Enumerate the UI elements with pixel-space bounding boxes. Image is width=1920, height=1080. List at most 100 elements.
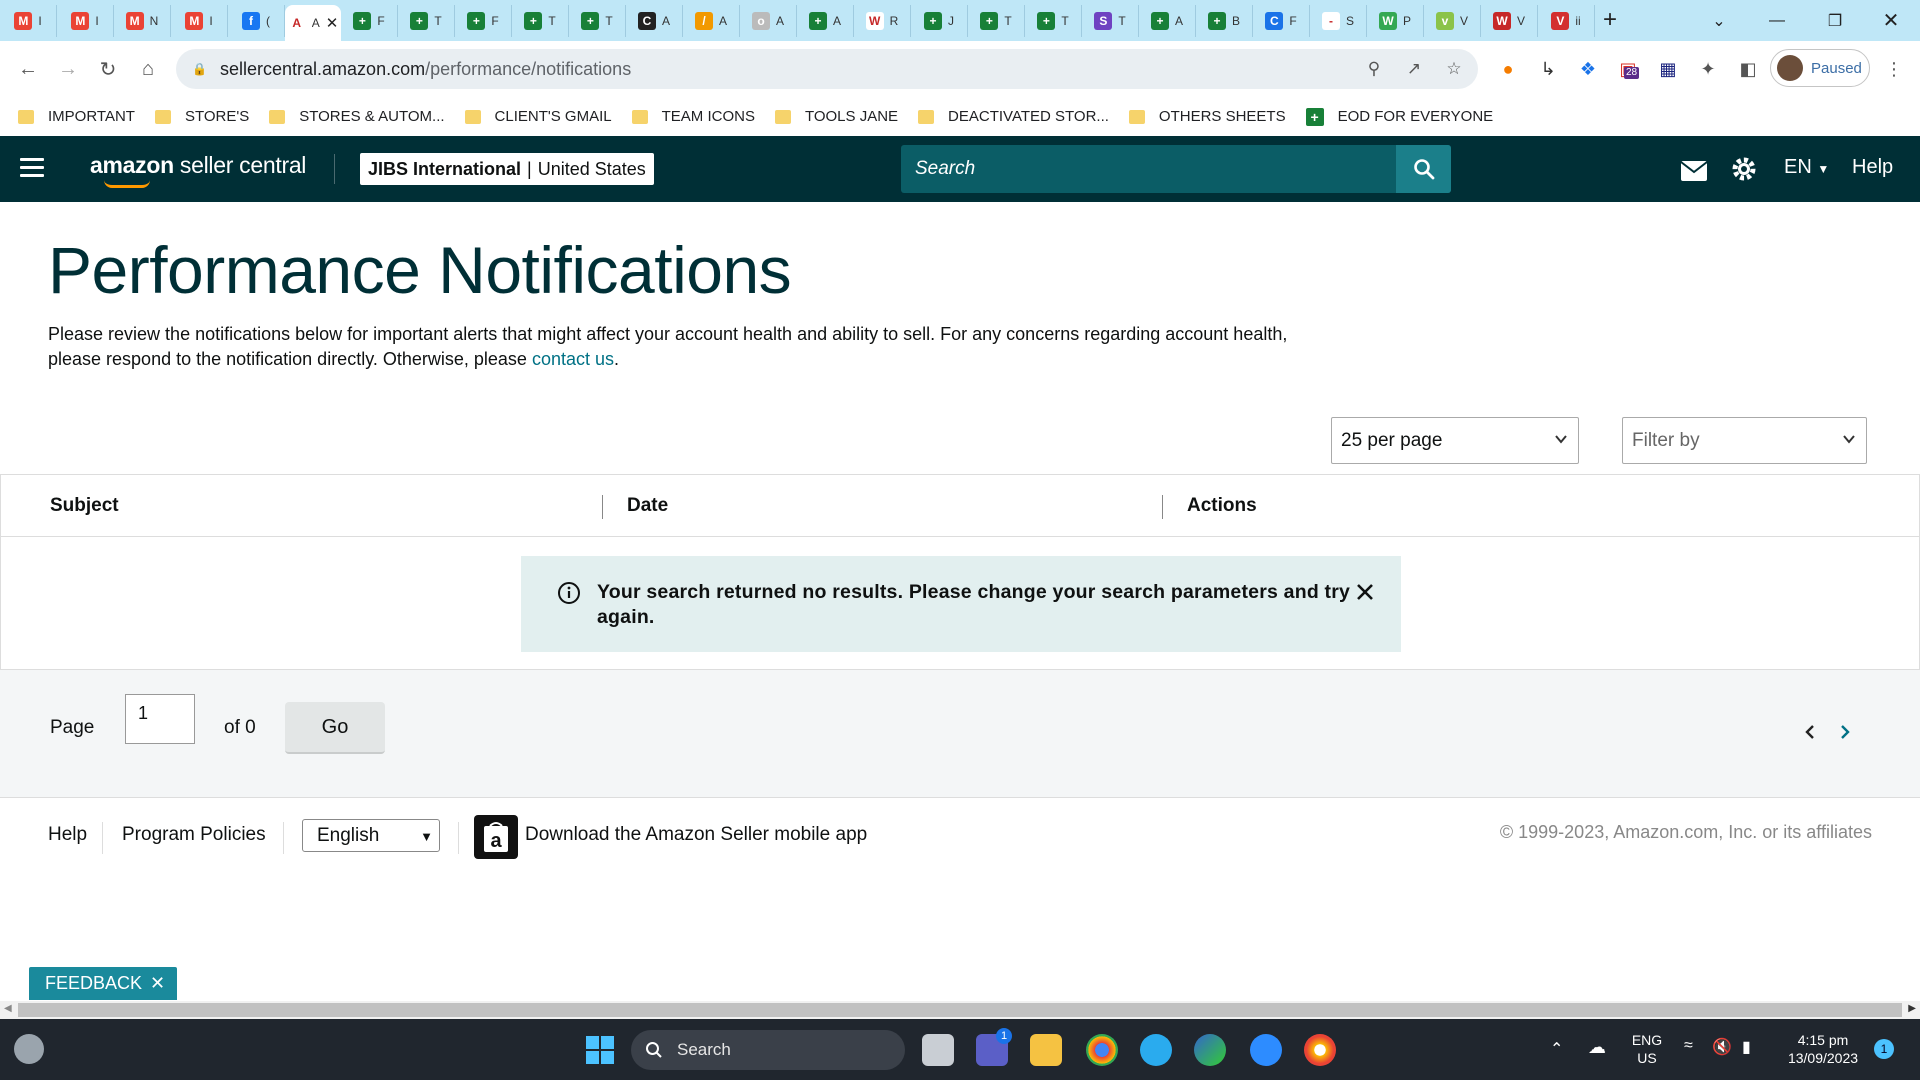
bookmark-item[interactable]: STORES & AUTOM... (269, 108, 445, 125)
minimize-icon[interactable]: — (1748, 0, 1806, 41)
per-page-select[interactable]: 25 per page (1331, 417, 1579, 464)
account-switcher[interactable]: JIBS International | United States (360, 153, 654, 185)
previous-page-icon[interactable] (1800, 722, 1820, 742)
hamburger-menu-icon[interactable] (20, 158, 44, 178)
reload-icon[interactable]: ↻ (88, 49, 128, 89)
footer-language-select[interactable]: English ▼ (302, 819, 440, 852)
footer-help-link[interactable]: Help (48, 824, 87, 846)
amazon-app-icon[interactable]: a (474, 815, 518, 859)
amazon-seller-central-logo[interactable]: amazon seller central (90, 152, 306, 188)
browser-tab[interactable]: + J (911, 4, 968, 37)
home-icon[interactable]: ⌂ (128, 49, 168, 89)
browser-tab[interactable]: MI (0, 4, 57, 37)
extension-calendar-icon[interactable]: ▣28 (1614, 55, 1642, 83)
settings-gear-icon[interactable] (1730, 156, 1758, 182)
browser-tab[interactable]: + F (455, 4, 512, 37)
address-bar[interactable]: 🔒 sellercentral.amazon.com/performance/n… (176, 49, 1478, 89)
clock[interactable]: 4:15 pm 13/09/2023 (1782, 1031, 1864, 1067)
bookmark-item[interactable]: STORE'S (154, 108, 249, 125)
tab-search-icon[interactable]: ⌄ (1690, 0, 1748, 41)
volume-muted-icon[interactable]: 🔇 (1712, 1037, 1732, 1057)
extension-chart-icon[interactable]: ▦ (1654, 55, 1682, 83)
back-icon[interactable]: ← (8, 49, 48, 89)
browser-tab[interactable]: + F (341, 4, 398, 37)
browser-tab[interactable]: WR (854, 4, 911, 37)
chrome-canary-icon[interactable] (1304, 1034, 1336, 1066)
weather-icon[interactable] (14, 1034, 44, 1064)
browser-tab[interactable]: + T (512, 4, 569, 37)
browser-tab[interactable]: + A (1139, 4, 1196, 37)
browser-tab[interactable]: -S (1310, 4, 1367, 37)
scroll-left-icon[interactable]: ◀ (4, 1003, 12, 1014)
browser-tab[interactable]: + T (569, 4, 626, 37)
browser-tab[interactable]: + T (398, 4, 455, 37)
browser-tab[interactable]: f( (228, 4, 285, 37)
browser-tab[interactable]: vV (1424, 4, 1481, 37)
browser-tab[interactable]: WV (1481, 4, 1538, 37)
browser-tab[interactable]: + B (1196, 4, 1253, 37)
notification-badge[interactable]: 1 (1874, 1039, 1894, 1059)
filter-by-select[interactable]: Filter by (1622, 417, 1867, 464)
profile-button[interactable]: Paused (1770, 49, 1870, 87)
browser-tab[interactable]: MI (57, 4, 114, 37)
browser-tab[interactable]: MI (171, 4, 228, 37)
bookmark-item[interactable]: + EOD FOR EVERYONE (1305, 107, 1493, 126)
browser-tab[interactable]: ST (1082, 4, 1139, 37)
horizontal-scrollbar[interactable]: ◀ ▶ (0, 1001, 1920, 1019)
sidepanel-icon[interactable]: ◧ (1734, 55, 1762, 83)
program-policies-link[interactable]: Program Policies (122, 824, 266, 846)
close-feedback-icon[interactable]: ✕ (150, 973, 165, 994)
contact-us-link[interactable]: contact us (532, 349, 614, 369)
extension-orange-icon[interactable]: ● (1494, 55, 1522, 83)
tray-chevron-up-icon[interactable]: ⌃ (1550, 1039, 1563, 1059)
menu-kebab-icon[interactable]: ⋮ (1880, 55, 1908, 83)
chrome-icon[interactable] (1086, 1034, 1118, 1066)
bookmark-item[interactable]: DEACTIVATED STOR... (918, 108, 1109, 125)
scroll-right-icon[interactable]: ▶ (1908, 1003, 1916, 1014)
feedback-button[interactable]: FEEDBACK ✕ (29, 967, 177, 1000)
bookmark-item[interactable]: IMPORTANT (18, 108, 135, 125)
windows-start-icon[interactable] (584, 1034, 616, 1066)
input-language[interactable]: ENG US (1630, 1031, 1664, 1067)
bookmark-star-icon[interactable]: ☆ (1444, 59, 1464, 79)
help-link[interactable]: Help (1852, 156, 1893, 179)
telegram-icon[interactable] (1140, 1034, 1172, 1066)
mail-icon[interactable] (1680, 158, 1708, 184)
close-alert-icon[interactable] (1353, 580, 1377, 604)
go-button[interactable]: Go (285, 702, 385, 754)
browser-tab[interactable]: WP (1367, 4, 1424, 37)
extension-arrow-icon[interactable]: ↳ (1534, 55, 1562, 83)
browser-tab[interactable]: A A ✕ (285, 5, 341, 41)
task-view-icon[interactable] (922, 1034, 954, 1066)
zoom-icon[interactable]: ⚲ (1364, 59, 1384, 79)
zoom-icon[interactable] (1250, 1034, 1282, 1066)
bookmark-item[interactable]: CLIENT'S GMAIL (464, 108, 612, 125)
browser-tab[interactable]: oA (740, 4, 797, 37)
column-header-subject[interactable]: Subject (50, 495, 119, 517)
search-input[interactable]: Search (901, 145, 1451, 193)
battery-icon[interactable]: ▮ (1742, 1037, 1751, 1057)
download-app-link[interactable]: Download the Amazon Seller mobile app (525, 824, 867, 846)
browser-tab[interactable]: + T (968, 4, 1025, 37)
browser-tab[interactable]: + A (797, 4, 854, 37)
page-number-input[interactable]: 1 (125, 694, 195, 744)
file-explorer-icon[interactable] (1030, 1034, 1062, 1066)
browser-tab[interactable]: CA (626, 4, 683, 37)
browser-tab[interactable]: / A (683, 4, 740, 37)
close-tab-icon[interactable]: ✕ (326, 14, 339, 32)
new-tab-button[interactable]: + (1590, 4, 1630, 36)
bookmark-item[interactable]: TEAM ICONS (631, 108, 755, 125)
bookmark-item[interactable]: OTHERS SHEETS (1128, 108, 1286, 125)
wifi-icon[interactable]: ≈ (1684, 1037, 1693, 1055)
close-window-icon[interactable]: ✕ (1862, 0, 1920, 41)
bookmark-item[interactable]: TOOLS JANE (774, 108, 898, 125)
browser-tab[interactable]: CF (1253, 4, 1310, 37)
teams-icon[interactable]: 1 (976, 1028, 1012, 1066)
next-page-icon[interactable] (1835, 722, 1855, 742)
column-header-date[interactable]: Date (627, 495, 668, 517)
browser-tab[interactable]: Vii (1538, 4, 1595, 37)
language-selector[interactable]: EN ▼ (1784, 156, 1829, 179)
search-button[interactable] (1396, 145, 1451, 193)
taskbar-search[interactable]: Search (631, 1030, 905, 1070)
browser-tab[interactable]: MN (114, 4, 171, 37)
